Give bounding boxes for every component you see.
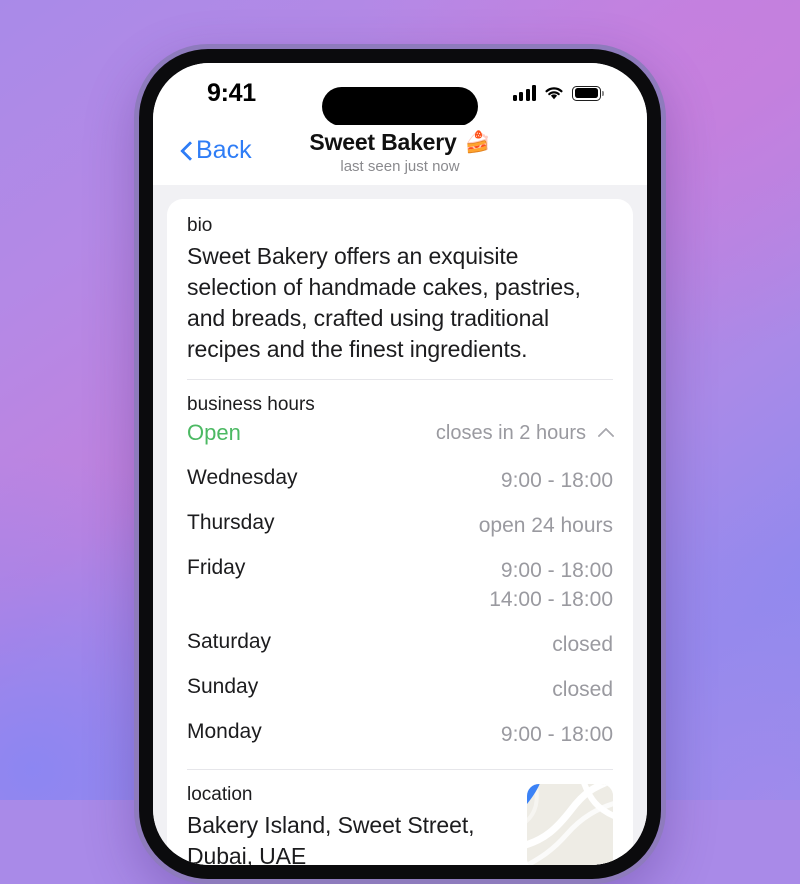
- business-hours-row: Saturday closed: [187, 622, 613, 667]
- status-bar: 9:41: [153, 63, 647, 125]
- business-hours-row: Thursday open 24 hours: [187, 503, 613, 548]
- navigation-title-block: Sweet Bakery 🍰 last seen just now: [153, 129, 647, 175]
- business-hours-day-name: Wednesday: [187, 466, 298, 490]
- business-hours-label: business hours: [187, 394, 613, 416]
- bio-label: bio: [187, 215, 613, 237]
- business-hours-row: Sunday closed: [187, 667, 613, 712]
- business-hours-section: business hours Open closes in 2 hours We…: [167, 380, 633, 769]
- phone-bezel: 9:41 Back: [139, 49, 661, 879]
- business-hours-row: Monday 9:00 - 18:00: [187, 712, 613, 757]
- business-hours-day-name: Saturday: [187, 630, 271, 654]
- bio-section: bio Sweet Bakery offers an exquisite sel…: [167, 199, 633, 379]
- business-hours-day-times: 9:00 - 18:0014:00 - 18:00: [489, 556, 613, 614]
- wifi-icon: [543, 85, 565, 101]
- profile-card: bio Sweet Bakery offers an exquisite sel…: [167, 199, 633, 865]
- profile-content: bio Sweet Bakery offers an exquisite sel…: [153, 185, 647, 865]
- chevron-up-icon[interactable]: [597, 427, 613, 439]
- phone-screen: 9:41 Back: [153, 63, 647, 865]
- battery-full-icon: [572, 86, 601, 101]
- dynamic-island: [322, 87, 478, 126]
- location-label: location: [187, 784, 513, 806]
- open-status-badge: Open: [187, 420, 241, 446]
- status-bar-time: 9:41: [207, 79, 256, 108]
- business-hours-day-times: closed: [552, 630, 613, 659]
- closes-in-text: closes in 2 hours: [436, 422, 586, 445]
- business-hours-day-times: closed: [552, 675, 613, 704]
- business-hours-time: closed: [552, 675, 613, 704]
- page-title-text: Sweet Bakery: [309, 129, 456, 156]
- business-hours-time: 9:00 - 18:00: [501, 466, 613, 495]
- business-hours-day-times: open 24 hours: [479, 511, 613, 540]
- cake-emoji-icon: 🍰: [465, 131, 491, 155]
- location-section[interactable]: location Bakery Island, Sweet Street, Du…: [167, 770, 633, 865]
- status-bar-indicators: [513, 85, 602, 101]
- business-hours-day-times: 9:00 - 18:00: [501, 466, 613, 495]
- page-title: Sweet Bakery 🍰: [309, 129, 490, 156]
- bio-text: Sweet Bakery offers an exquisite selecti…: [187, 241, 613, 365]
- business-hours-time: 9:00 - 18:00: [489, 556, 613, 585]
- map-thumbnail[interactable]: [527, 784, 613, 865]
- phone-device-frame: 9:41 Back: [134, 44, 666, 884]
- map-pin-icon: [527, 784, 544, 805]
- business-hours-time: closed: [552, 630, 613, 659]
- closing-info: closes in 2 hours: [436, 422, 613, 445]
- business-hours-day-name: Thursday: [187, 511, 275, 535]
- cellular-signal-icon: [513, 85, 537, 101]
- last-seen-status: last seen just now: [153, 158, 647, 175]
- location-address: Bakery Island, Sweet Street, Dubai, UAE: [187, 810, 513, 865]
- business-hours-day-name: Monday: [187, 720, 262, 744]
- business-hours-time: 14:00 - 18:00: [489, 585, 613, 614]
- business-hours-time: 9:00 - 18:00: [501, 720, 613, 749]
- business-hours-row: Friday 9:00 - 18:0014:00 - 18:00: [187, 548, 613, 622]
- business-hours-list: Wednesday 9:00 - 18:00 Thursday open 24 hou…: [187, 458, 613, 757]
- business-hours-day-times: 9:00 - 18:00: [501, 720, 613, 749]
- business-hours-day-name: Sunday: [187, 675, 258, 699]
- business-hours-toggle[interactable]: Open closes in 2 hours: [187, 420, 613, 446]
- location-text-block: location Bakery Island, Sweet Street, Du…: [187, 784, 513, 865]
- business-hours-time: open 24 hours: [479, 511, 613, 540]
- business-hours-row: Wednesday 9:00 - 18:00: [187, 458, 613, 503]
- navigation-bar: Back Sweet Bakery 🍰 last seen just now: [153, 125, 647, 185]
- business-hours-day-name: Friday: [187, 556, 245, 580]
